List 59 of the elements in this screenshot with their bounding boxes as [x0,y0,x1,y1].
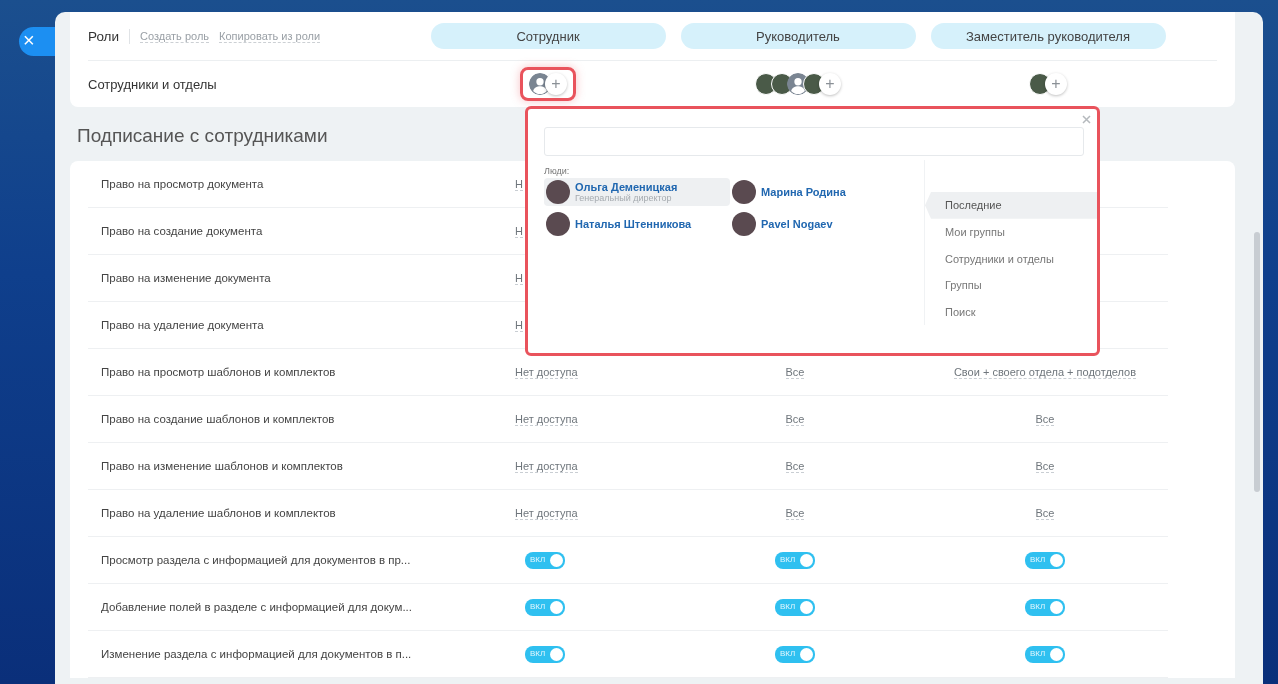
access-value[interactable]: Все [785,412,805,426]
search-field[interactable] [544,127,1084,156]
person-position: Генеральный директор [575,193,672,203]
scrollbar[interactable] [1254,232,1260,492]
access-value[interactable]: Н [515,318,523,332]
person-name: Наталья Штенникова [575,218,692,230]
avatar [546,180,570,204]
person-name: Марина Родина [761,186,846,198]
avatar [732,212,756,236]
access-value[interactable]: Все [785,459,805,473]
role-pill[interactable]: Заместитель руководителя [930,23,1166,49]
permission-label: Право на удаление документа [100,319,265,331]
picker-tab[interactable]: Мои группы [925,218,1097,246]
section-title: Подписание с сотрудниками [77,125,328,148]
person-item[interactable]: Pavel Nogaev [730,210,910,238]
person-name: Ольга Деменицкая [575,181,678,193]
permission-label: Право на изменение шаблонов и комплектов [100,460,344,472]
permission-label: Изменение раздела с информацией для документов в п... [100,648,413,660]
picker-tab[interactable]: Группы [925,272,1097,299]
access-value[interactable]: Нет доступа [515,412,578,426]
person-name: Pavel Nogaev [761,218,833,230]
people-label: Люди: [544,166,571,176]
permission-label: Право на создание документа [100,225,264,237]
permission-label: Право на удаление шаблонов и комплектов [100,507,337,519]
permission-label: Просмотр раздела с информацией для документов в пр... [100,554,412,566]
members-label: Сотрудники и отделы [88,76,217,92]
permission-label: Добавление полей в разделе с информацией для докум... [100,601,413,613]
avatar [546,212,570,236]
role-link[interactable]: Создать роль [140,29,210,43]
permission-label: Право на просмотр документа [100,178,265,190]
permission-label: Право на просмотр шаблонов и комплектов [100,366,337,378]
picker-tab[interactable]: Последние [925,192,1097,219]
role-pill[interactable]: Руководитель [680,23,916,49]
access-value[interactable]: Нет доступа [515,365,578,379]
access-value[interactable]: Свои + своего отдела + подотделов [953,365,1137,379]
person-item[interactable]: Марина Родина [730,178,910,206]
access-value[interactable]: Все [1035,412,1055,426]
add-button[interactable]: + [545,73,567,95]
access-value[interactable]: Все [1035,506,1055,520]
picker-tab[interactable]: Поиск [925,298,1097,326]
access-value[interactable]: Все [785,365,805,379]
roles-label: Роли [88,28,131,44]
access-value[interactable]: Нет доступа [515,506,578,520]
add-button[interactable]: + [1045,73,1067,95]
picker-tab[interactable]: Сотрудники и отделы [925,245,1097,273]
role-pill[interactable]: Сотрудник [430,23,666,49]
access-value[interactable]: Нет доступа [515,459,578,473]
access-value[interactable]: Н [515,224,523,238]
access-value[interactable]: Н [515,177,523,191]
access-value[interactable]: Все [785,506,805,520]
add-button[interactable]: + [819,73,841,95]
person-item[interactable]: Наталья Штенникова [544,210,730,238]
access-value[interactable]: Все [1035,459,1055,473]
permission-label: Право на изменение документа [100,272,272,284]
avatar [732,180,756,204]
role-link[interactable]: Копировать из роли [219,29,321,43]
permission-label: Право на создание шаблонов и комплектов [100,413,336,425]
access-value[interactable]: Н [515,271,523,285]
person-item[interactable]: Ольга Деменицкая Генеральный директор [544,178,730,206]
